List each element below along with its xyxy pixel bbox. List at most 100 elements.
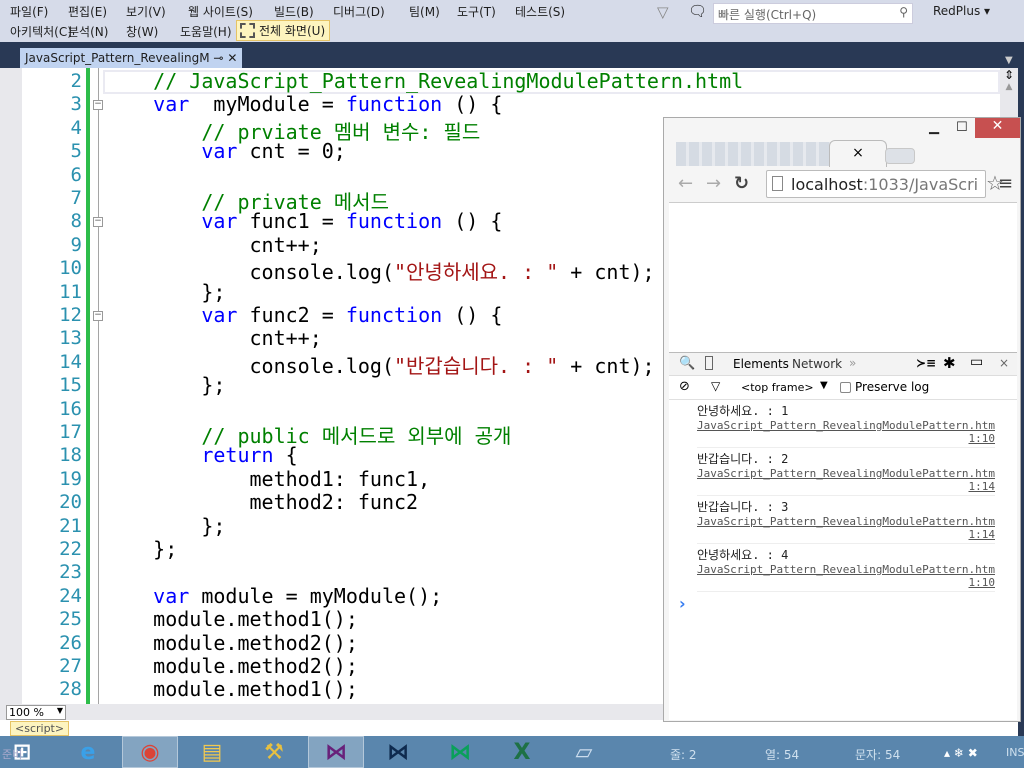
code-token: var — [105, 583, 190, 608]
line-number: 13 — [59, 327, 82, 350]
minimize-icon[interactable]: ▁ — [929, 120, 939, 135]
frame-select[interactable]: <top frame> — [741, 381, 814, 394]
code-token: var — [105, 209, 238, 234]
fullscreen-button[interactable]: 전체 화면(U) — [236, 20, 331, 41]
forward-icon[interactable]: → — [706, 173, 721, 194]
user-menu[interactable]: RedPlus ▾ — [933, 4, 990, 18]
code-token: + cnt); — [558, 353, 655, 378]
menu-item[interactable]: 보기(V) — [126, 3, 166, 20]
code-token: cnt++; — [105, 232, 322, 257]
menu-item[interactable]: 테스트(S) — [515, 3, 565, 20]
preserve-log-checkbox[interactable] — [840, 382, 851, 393]
source-location-link[interactable]: 1:10 — [697, 576, 996, 589]
line-number: 24 — [59, 584, 82, 607]
menu-item[interactable]: 웹 사이트(S) — [188, 3, 253, 20]
notepad-icon[interactable]: ▱ — [556, 736, 612, 768]
code-token: function — [345, 303, 443, 327]
status-ready: 준비 — [2, 748, 23, 761]
pin-icon[interactable]: ⊸ — [213, 51, 223, 65]
menu-item[interactable]: 빌드(B) — [274, 3, 314, 20]
document-tab[interactable]: JavaScript_Pattern_RevealingM ⊸ ✕ — [20, 48, 242, 68]
menu-item[interactable]: 도움말(H) — [180, 23, 232, 40]
code-line: var func1 = function () { — [105, 209, 502, 233]
code-line: module.method2(); — [105, 631, 358, 655]
maximize-icon[interactable]: ☐ — [956, 120, 968, 135]
tools-icon[interactable]: ⚒ — [246, 736, 302, 768]
menu-item[interactable]: 아키텍처(C) — [10, 23, 72, 40]
console-drawer-icon[interactable]: ≻≡ — [916, 356, 936, 370]
menu-item[interactable]: 파일(F) — [10, 3, 48, 20]
visual-studio-green-icon[interactable]: ⋈ — [432, 736, 488, 768]
source-link[interactable]: JavaScript_Pattern_RevealingModulePatter… — [697, 467, 995, 480]
tab-close-icon[interactable]: × — [852, 145, 864, 161]
close-icon[interactable]: ✕ — [227, 51, 237, 65]
console-entry: 반갑습니다. : 2 JavaScript_Pattern_RevealingMo… — [697, 448, 995, 496]
code-line: }; — [105, 280, 225, 304]
code-token: cnt++; — [105, 326, 322, 351]
console-prompt[interactable]: › — [679, 594, 1017, 613]
menu-bar: 전체 화면(U) ▽ 🗨 빠른 실행(Ctrl+Q) ⚲ RedPlus ▾ 파일… — [0, 0, 1024, 42]
source-location-link[interactable]: 1:14 — [697, 480, 996, 493]
source-link[interactable]: JavaScript_Pattern_RevealingModulePatter… — [697, 515, 995, 528]
tab-elements[interactable]: Elements — [733, 357, 789, 371]
visual-studio-dark-icon[interactable]: ⋈ — [370, 736, 426, 768]
source-link[interactable]: JavaScript_Pattern_RevealingModulePatter… — [697, 419, 995, 432]
clear-console-icon[interactable]: ⊘ — [679, 379, 690, 394]
tab-dropdown-icon[interactable]: ▼ — [1005, 55, 1013, 66]
menu-item[interactable]: 디버그(D) — [333, 3, 385, 20]
browser-tab[interactable]: × — [829, 140, 887, 168]
menu-icon[interactable]: ≡ — [998, 173, 1013, 194]
user-name: RedPlus — [933, 4, 981, 18]
collapse-icon[interactable]: − — [93, 311, 103, 321]
console-message: 안녕하세요. : 1 — [697, 404, 789, 418]
close-window-button[interactable]: ✕ — [975, 118, 1020, 138]
file-explorer-icon[interactable]: ▤ — [184, 736, 240, 768]
back-icon[interactable]: ← — [678, 173, 693, 194]
menu-item[interactable]: 팀(M) — [409, 3, 440, 20]
chrome-icon[interactable]: ◉ — [122, 736, 178, 768]
line-number: 15 — [59, 374, 82, 397]
code-line: method2: func2 — [105, 490, 418, 514]
dock-icon[interactable]: ▭ — [970, 354, 983, 370]
tab-network[interactable]: Network — [792, 357, 842, 371]
menu-item[interactable]: 분석(N) — [68, 23, 108, 40]
new-tab-button[interactable] — [885, 148, 915, 164]
line-number: 22 — [59, 538, 82, 560]
visual-studio-icon[interactable]: ⋈ — [308, 736, 364, 768]
filter-icon[interactable]: ▽ — [711, 379, 720, 393]
menu-item[interactable]: 도구(T) — [457, 3, 496, 20]
device-icon[interactable] — [705, 356, 713, 370]
address-bar[interactable]: localhost:1033/JavaScri — [766, 170, 986, 198]
menu-item[interactable]: 창(W) — [126, 23, 158, 40]
excel-icon[interactable]: X — [494, 736, 550, 768]
code-token: }; — [105, 537, 178, 561]
menu-item[interactable]: 편집(E) — [68, 3, 107, 20]
gear-icon[interactable]: ✱ — [943, 354, 956, 372]
internet-explorer-icon[interactable]: e — [60, 736, 116, 768]
source-location-link[interactable]: 1:14 — [697, 528, 996, 541]
inspect-search-icon[interactable]: 🔍 — [679, 356, 695, 371]
zoom-select[interactable]: 100 % ▼ — [6, 705, 66, 720]
filter-icon[interactable]: ▽ — [657, 3, 669, 21]
tray-icons[interactable]: ▴ ❄ ✖ — [944, 746, 978, 760]
source-link[interactable]: JavaScript_Pattern_RevealingModulePatter… — [697, 563, 995, 576]
code-token: + cnt); — [558, 260, 655, 285]
page-icon — [772, 176, 783, 191]
reload-icon[interactable]: ↻ — [734, 173, 749, 194]
feedback-icon[interactable]: 🗨 — [688, 2, 707, 20]
breadcrumb-script[interactable]: <script> — [10, 721, 70, 736]
code-token: module.method1(); — [105, 677, 358, 702]
code-line: }; — [105, 373, 225, 397]
close-devtools-icon[interactable]: × — [999, 356, 1009, 370]
quick-launch-input[interactable]: 빠른 실행(Ctrl+Q) ⚲ — [713, 3, 913, 24]
line-number: 5 — [70, 140, 82, 163]
collapse-icon[interactable]: − — [93, 217, 103, 228]
scroll-up-icon[interactable]: ▲ — [1000, 82, 1018, 92]
url-host: localhost — [791, 175, 863, 194]
more-tabs-icon[interactable]: » — [849, 356, 856, 370]
split-icon[interactable]: ⇕ — [1000, 68, 1018, 82]
frame-dropdown-icon[interactable]: ▼ — [820, 380, 828, 391]
line-number: 4 — [70, 116, 82, 139]
source-location-link[interactable]: 1:10 — [697, 432, 996, 445]
collapse-icon[interactable]: − — [93, 100, 103, 111]
